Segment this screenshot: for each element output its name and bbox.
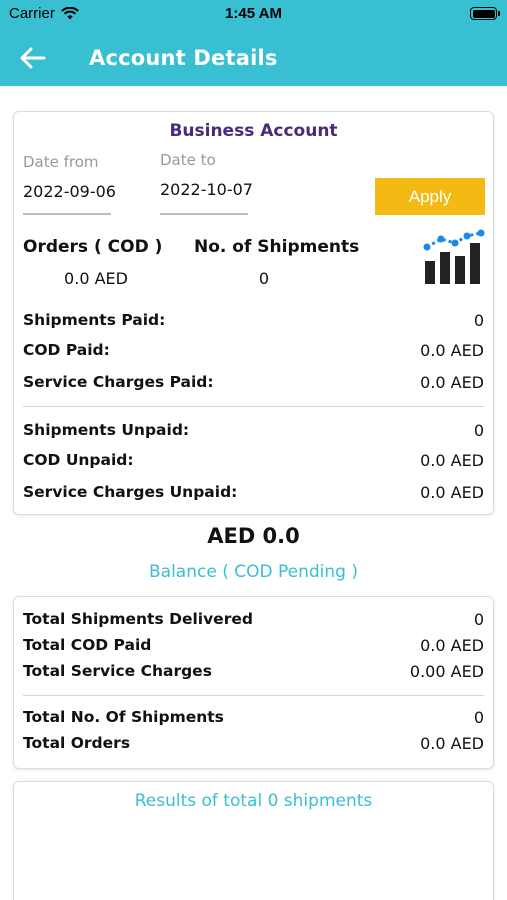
service-charges-paid-label: Service Charges Paid: <box>23 373 214 391</box>
total-service-charges-value: 0.00 AED <box>409 661 484 681</box>
business-account-card: Business Account Date from 2022-09-06 Da… <box>13 111 494 515</box>
date-to-label: Date to <box>160 151 216 169</box>
shipments-unpaid-row: Shipments Unpaid: 0 <box>23 419 484 441</box>
total-cod-paid-value: 0.0 AED <box>420 635 484 655</box>
results-card: Results of total 0 shipments <box>13 781 494 900</box>
total-cod-paid-label: Total COD Paid <box>23 636 152 654</box>
total-shipments-label: Total No. Of Shipments <box>23 708 224 726</box>
date-from-field[interactable]: 2022-09-06 <box>23 182 116 201</box>
service-charges-unpaid-row: Service Charges Unpaid: 0.0 AED <box>23 481 484 503</box>
arrow-left-icon[interactable] <box>18 46 46 70</box>
shipments-paid-row: Shipments Paid: 0 <box>23 309 484 331</box>
cod-paid-row: COD Paid: 0.0 AED <box>23 339 484 361</box>
total-cod-paid-row: Total COD Paid 0.0 AED <box>23 634 484 656</box>
results-summary: Results of total 0 shipments <box>134 791 373 811</box>
orders-cod-value: 0.0 AED <box>64 269 128 288</box>
total-shipments-delivered-value: 0 <box>473 609 484 629</box>
apply-button[interactable]: Apply <box>375 178 485 215</box>
cod-unpaid-row: COD Unpaid: 0.0 AED <box>23 449 484 471</box>
cod-paid-value: 0.0 AED <box>420 340 484 360</box>
shipments-unpaid-value: 0 <box>473 420 484 440</box>
shipments-paid-value: 0 <box>473 310 484 330</box>
section-divider <box>23 406 484 407</box>
total-shipments-value: 0 <box>473 707 484 727</box>
service-charges-unpaid-value: 0.0 AED <box>420 482 484 502</box>
bar-line-chart-icon <box>423 229 485 284</box>
shipments-count-label: No. of Shipments <box>194 237 360 257</box>
date-from-label: Date from <box>23 153 99 171</box>
cod-paid-label: COD Paid: <box>23 341 110 359</box>
total-shipments-row: Total No. Of Shipments 0 <box>23 706 484 728</box>
page-title: Account Details <box>89 46 278 70</box>
status-time: 1:45 AM <box>225 5 282 22</box>
total-orders-label: Total Orders <box>23 734 131 752</box>
total-orders-row: Total Orders 0.0 AED <box>23 732 484 754</box>
cod-unpaid-value: 0.0 AED <box>420 450 484 470</box>
balance-label: Balance ( COD Pending ) <box>149 562 358 582</box>
date-from-underline <box>23 213 111 215</box>
total-orders-value: 0.0 AED <box>420 733 484 753</box>
service-charges-paid-row: Service Charges Paid: 0.0 AED <box>23 371 484 393</box>
shipments-count-value: 0 <box>258 269 270 288</box>
total-service-charges-label: Total Service Charges <box>23 662 212 680</box>
app-header: Account Details <box>0 30 507 86</box>
battery-icon <box>470 7 500 20</box>
totals-divider <box>23 695 484 696</box>
shipments-unpaid-label: Shipments Unpaid: <box>23 421 190 439</box>
balance-amount: AED 0.0 <box>207 524 300 548</box>
total-shipments-delivered-row: Total Shipments Delivered 0 <box>23 608 484 630</box>
total-shipments-delivered-label: Total Shipments Delivered <box>23 610 253 628</box>
orders-cod-label: Orders ( COD ) <box>23 237 163 257</box>
cod-unpaid-label: COD Unpaid: <box>23 451 134 469</box>
date-to-field[interactable]: 2022-10-07 <box>160 180 253 199</box>
status-bar: Carrier 1:45 AM <box>0 0 507 30</box>
service-charges-paid-value: 0.0 AED <box>420 372 484 392</box>
service-charges-unpaid-label: Service Charges Unpaid: <box>23 483 238 501</box>
shipments-paid-label: Shipments Paid: <box>23 311 166 329</box>
totals-card: Total Shipments Delivered 0 Total COD Pa… <box>13 596 494 769</box>
date-to-underline <box>160 213 248 215</box>
total-service-charges-row: Total Service Charges 0.00 AED <box>23 660 484 682</box>
account-title: Business Account <box>169 121 338 141</box>
